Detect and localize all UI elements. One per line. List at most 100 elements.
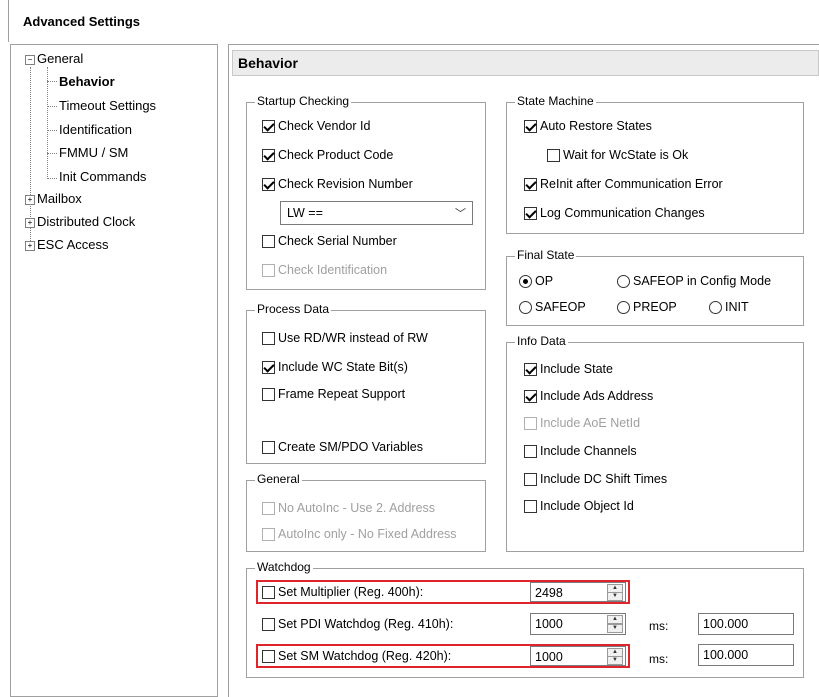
tree-item-mailbox[interactable]: + Mailbox [25,191,82,206]
reinit-after-error-checkbox[interactable]: ReInit after Communication Error [524,177,723,191]
checkbox-checked-icon[interactable] [262,360,275,374]
radio-icon[interactable] [617,274,630,288]
sm-watchdog-stepper[interactable]: 1000 ▲ ▼ [530,646,626,666]
check-serial-number-checkbox[interactable]: Check Serial Number [262,234,397,248]
checkbox-label: Check Serial Number [278,234,397,248]
radio-selected-icon[interactable] [519,274,532,288]
spin-up-icon[interactable]: ▲ [607,615,623,624]
checkbox-icon[interactable] [524,472,537,486]
include-channels-checkbox[interactable]: Include Channels [524,444,637,458]
group-title: State Machine [515,94,596,108]
auto-restore-states-checkbox[interactable]: Auto Restore States [524,119,652,133]
tree-item-label: Timeout Settings [59,98,157,113]
tree-item-identification[interactable]: Identification [59,122,132,137]
final-state-safeop-radio[interactable]: SAFEOP [519,300,586,314]
group-title: General [255,472,302,486]
check-revision-number-checkbox[interactable]: Check Revision Number [262,177,413,191]
final-state-safeop-config-radio[interactable]: SAFEOP in Config Mode [617,274,771,288]
settings-tree: − General Behavior Timeout Settings Ident… [10,44,218,697]
tree-item-fmmu-sm[interactable]: FMMU / SM [59,145,128,160]
include-object-id-checkbox[interactable]: Include Object Id [524,499,634,513]
checkbox-checked-icon[interactable] [524,362,537,376]
checkbox-checked-icon[interactable] [524,389,537,403]
tree-item-behavior[interactable]: Behavior [59,74,115,89]
spin-down-icon[interactable]: ▼ [607,592,623,601]
unit-label: ms: [649,652,669,666]
title-bar: Advanced Settings [8,0,819,42]
tree-item-label: Behavior [59,74,115,89]
checkbox-checked-icon[interactable] [524,119,537,133]
checkbox-icon[interactable] [524,444,537,458]
checkbox-label: Include WC State Bit(s) [278,360,408,374]
checkbox-checked-icon[interactable] [262,177,275,191]
set-pdi-watchdog-checkbox[interactable]: Set PDI Watchdog (Reg. 410h): [262,617,453,631]
chevron-down-icon[interactable]: ﹀ [455,205,466,221]
tree-item-label: Mailbox [37,191,82,206]
checkbox-label: Frame Repeat Support [278,387,406,401]
expand-icon[interactable]: + [25,217,35,228]
spin-down-icon[interactable]: ▼ [607,656,623,665]
checkbox-icon [262,527,275,541]
pdi-watchdog-stepper[interactable]: 1000 ▲ ▼ [530,613,626,635]
checkbox-label: Check Product Code [278,148,394,162]
radio-icon[interactable] [617,300,630,314]
set-sm-watchdog-checkbox[interactable]: Set SM Watchdog (Reg. 420h): [262,649,451,663]
spin-down-icon[interactable]: ▼ [607,624,623,633]
sm-ms-field[interactable]: 100.000 [698,644,794,666]
include-ads-address-checkbox[interactable]: Include Ads Address [524,389,653,403]
final-state-preop-radio[interactable]: PREOP [617,300,677,314]
select-value: LW == [287,206,323,220]
revision-compare-select[interactable]: LW == ﹀ [280,201,473,225]
checkbox-icon[interactable] [262,331,275,345]
checkbox-label: Include Ads Address [540,389,654,403]
checkbox-checked-icon[interactable] [524,206,537,220]
frame-repeat-checkbox[interactable]: Frame Repeat Support [262,387,405,401]
radio-label: PREOP [633,300,677,314]
checkbox-label: Include Channels [540,444,637,458]
expand-icon[interactable]: + [25,240,35,251]
collapse-icon[interactable]: − [25,54,35,65]
set-multiplier-checkbox[interactable]: Set Multiplier (Reg. 400h): [262,585,423,599]
create-sm-pdo-checkbox[interactable]: Create SM/PDO Variables [262,440,423,454]
checkbox-label: Include State [540,362,613,376]
use-rdwr-checkbox[interactable]: Use RD/WR instead of RW [262,331,428,345]
tree-connector [47,130,57,131]
multiplier-stepper[interactable]: 2498 ▲ ▼ [530,582,626,602]
tree-item-label: Identification [59,122,132,137]
final-state-init-radio[interactable]: INIT [709,300,749,314]
checkbox-label: Log Communication Changes [540,206,705,220]
checkbox-icon[interactable] [524,499,537,513]
expand-icon[interactable]: + [25,194,35,205]
final-state-op-radio[interactable]: OP [519,274,553,288]
checkbox-checked-icon[interactable] [524,177,537,191]
wait-for-wcstate-checkbox[interactable]: Wait for WcState is Ok [547,148,688,162]
include-wc-state-checkbox[interactable]: Include WC State Bit(s) [262,360,408,374]
checkbox-checked-icon[interactable] [262,148,275,162]
checkbox-label: ReInit after Communication Error [540,177,723,191]
checkbox-label: AutoInc only - No Fixed Address [278,527,457,541]
checkbox-icon[interactable] [262,387,275,401]
checkbox-icon[interactable] [262,649,275,663]
check-product-code-checkbox[interactable]: Check Product Code [262,148,393,162]
tree-item-init-commands[interactable]: Init Commands [59,169,146,184]
advanced-settings-window: Advanced Settings − General Behavior Time… [0,0,819,697]
tree-item-esc-access[interactable]: + ESC Access [25,237,109,252]
tree-item-timeout-settings[interactable]: Timeout Settings [59,98,156,113]
checkbox-icon[interactable] [547,148,560,162]
tree-item-distributed-clock[interactable]: + Distributed Clock [25,214,135,229]
radio-icon[interactable] [519,300,532,314]
checkbox-icon[interactable] [262,440,275,454]
checkbox-icon[interactable] [262,585,275,599]
log-comm-changes-checkbox[interactable]: Log Communication Changes [524,206,705,220]
checkbox-checked-icon[interactable] [262,119,275,133]
tree-item-general[interactable]: − General [25,51,83,66]
radio-icon[interactable] [709,300,722,314]
checkbox-icon[interactable] [262,617,275,631]
tree-item-label: Init Commands [59,169,147,184]
tree-connector [47,67,48,179]
check-vendor-id-checkbox[interactable]: Check Vendor Id [262,119,370,133]
include-state-checkbox[interactable]: Include State [524,362,613,376]
include-dc-shift-checkbox[interactable]: Include DC Shift Times [524,472,667,486]
pdi-ms-field[interactable]: 100.000 [698,613,794,635]
checkbox-icon[interactable] [262,234,275,248]
